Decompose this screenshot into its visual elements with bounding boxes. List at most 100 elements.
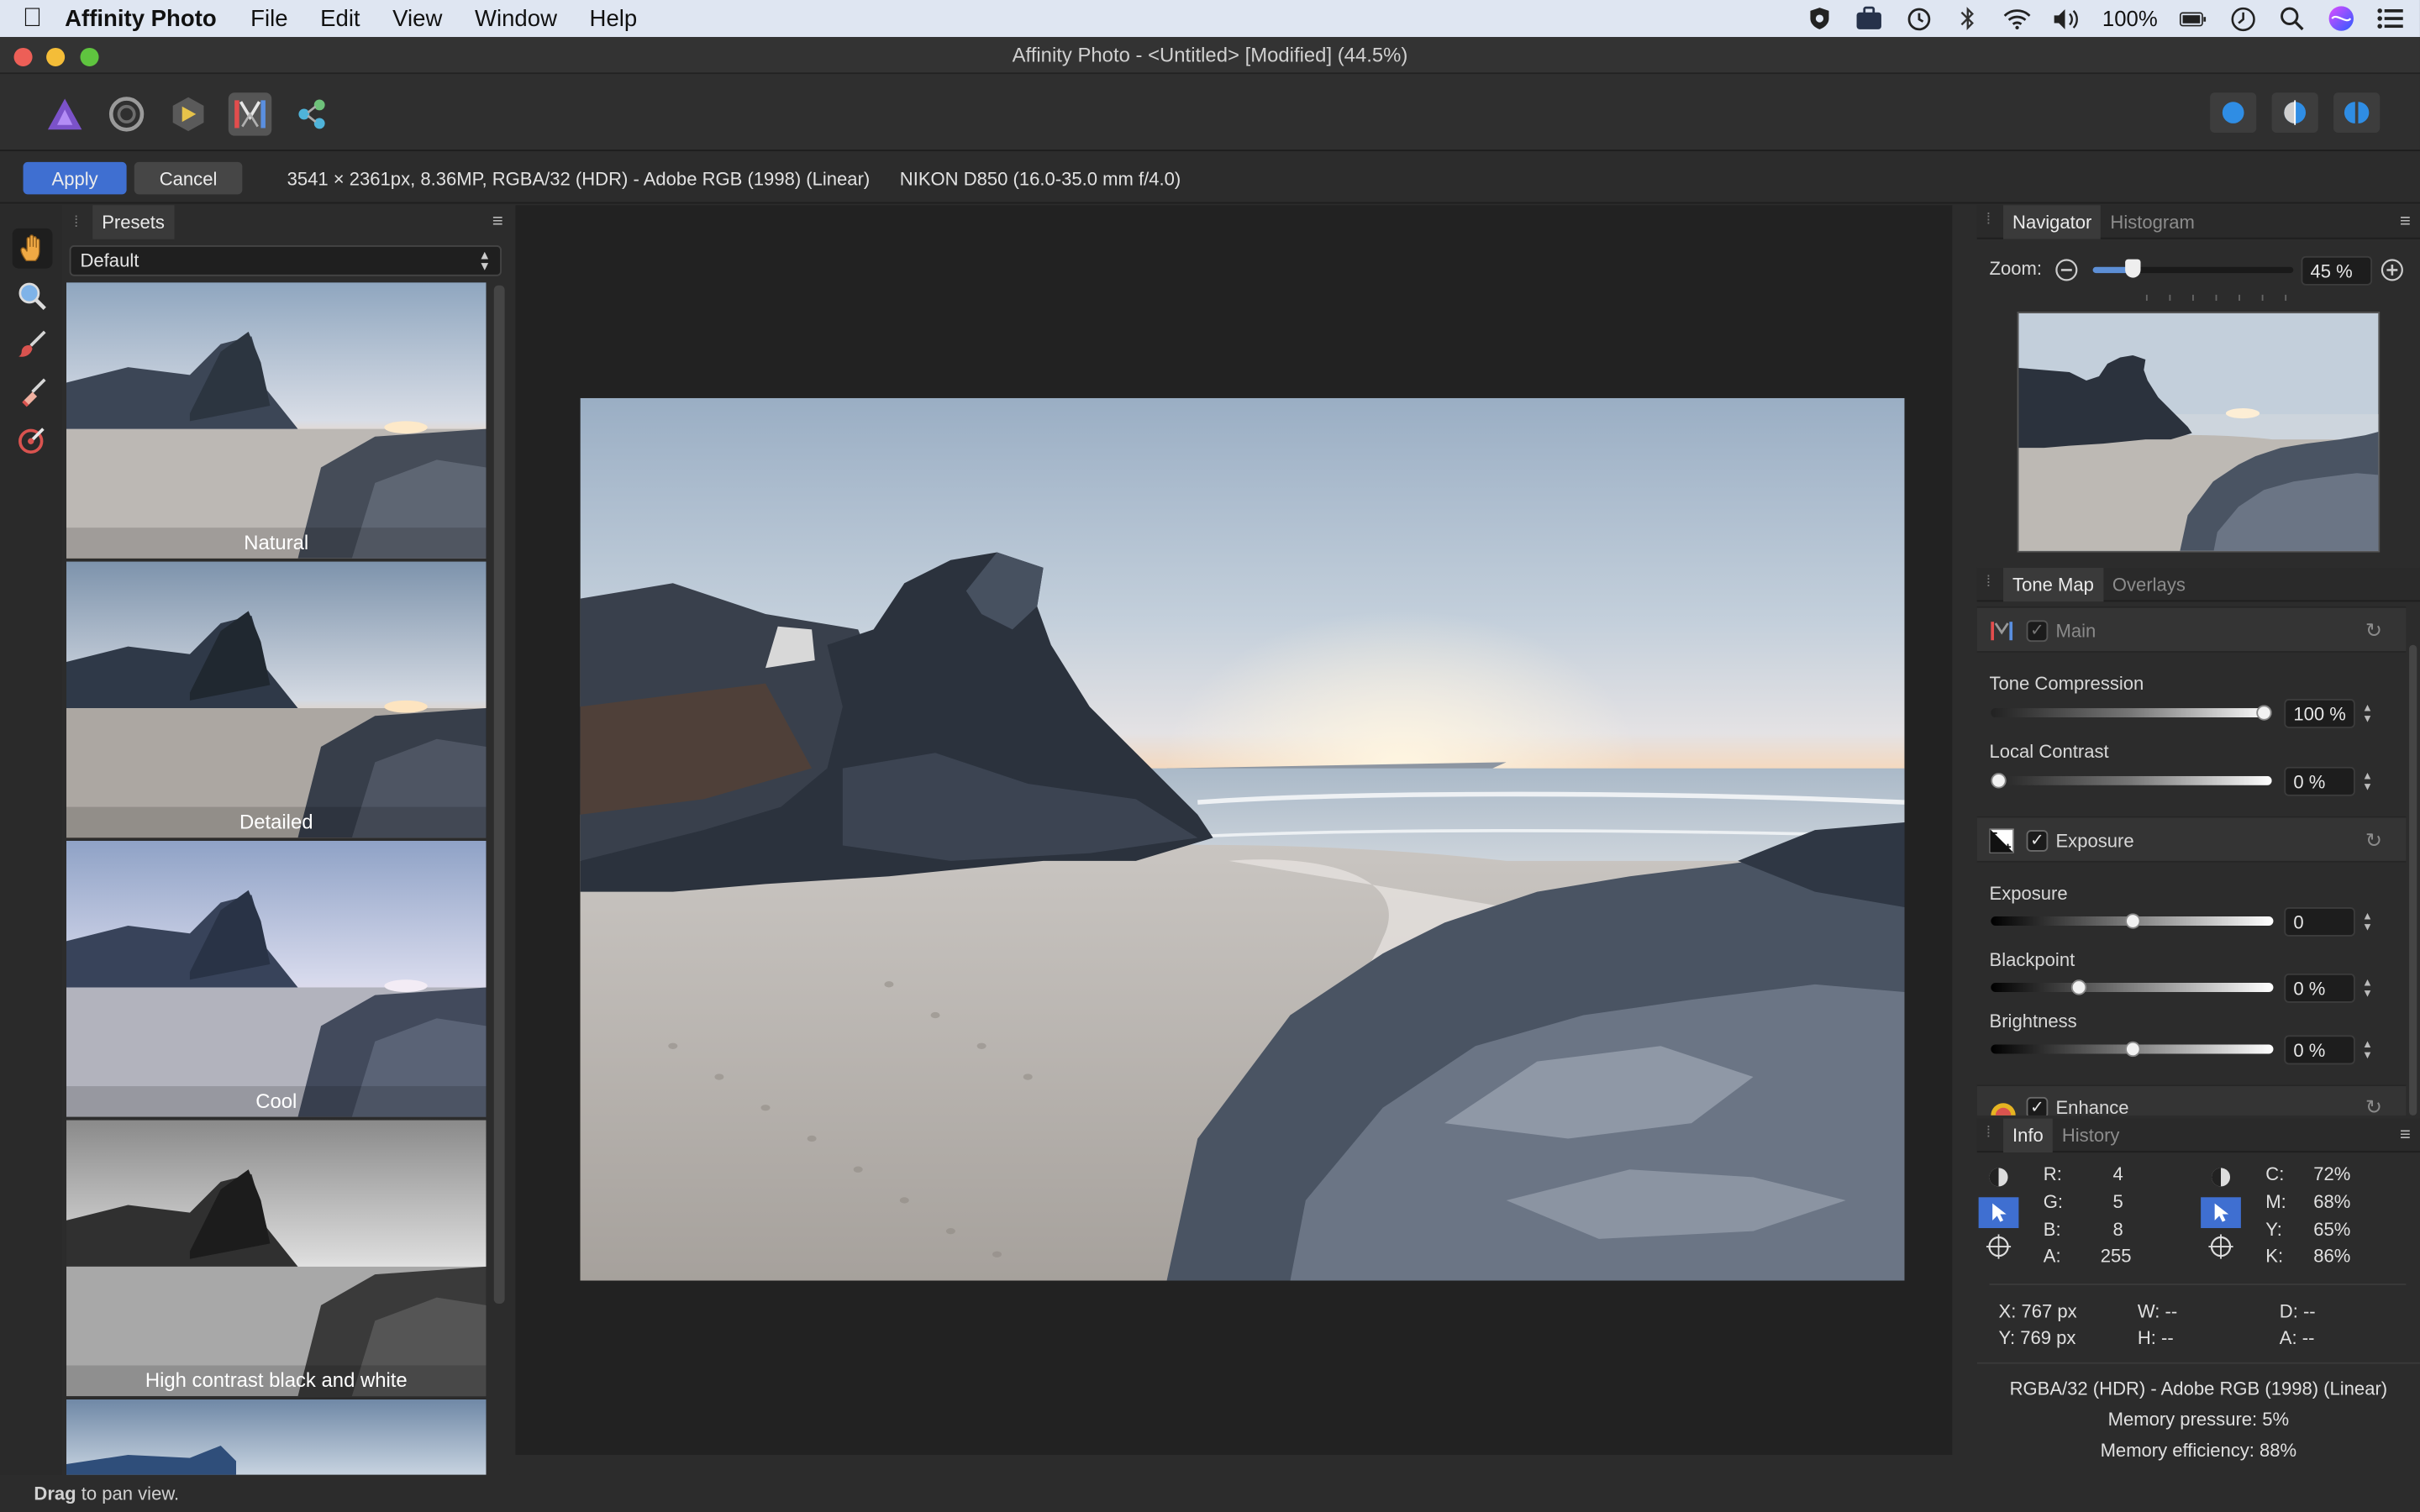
exposure-section-header[interactable]: ✓ Exposure ↻ — [1976, 816, 2407, 863]
panel-grip-icon[interactable]: ⁞ — [1986, 212, 1991, 228]
info-c-value: 72% — [2313, 1163, 2351, 1185]
blackpoint-field[interactable]: 0 % — [2284, 973, 2355, 1003]
color-mode-icon[interactable] — [1979, 1162, 2019, 1193]
apply-button[interactable]: Apply — [23, 161, 127, 195]
panel-grip-icon[interactable]: ⁞ — [74, 213, 92, 230]
tone-compression-slider[interactable] — [1991, 708, 2272, 718]
info-angle: A: -- — [2279, 1326, 2315, 1349]
menu-window[interactable]: Window — [475, 5, 557, 31]
menu-file[interactable]: File — [250, 5, 287, 31]
battery-icon[interactable] — [2179, 5, 2207, 33]
spotlight-search-icon[interactable] — [2278, 5, 2306, 33]
tab-info[interactable]: Info — [2003, 1118, 2053, 1153]
tone-mapping-persona-icon[interactable] — [228, 92, 272, 136]
blackpoint-slider-handle[interactable] — [2070, 979, 2087, 995]
panel-menu-icon[interactable]: ≡ — [2400, 210, 2411, 232]
pointer-source-icon[interactable] — [2201, 1197, 2241, 1229]
document-photo[interactable] — [580, 397, 1905, 1281]
local-contrast-slider[interactable] — [1991, 775, 2272, 785]
tab-presets[interactable]: Presets — [92, 205, 174, 239]
preset-thumbnail[interactable]: Cool — [66, 841, 487, 1117]
zoom-out-icon[interactable] — [2054, 258, 2079, 291]
enhance-section-header[interactable]: ✓ Enhance ↻ — [1976, 1084, 2407, 1116]
tab-overlays[interactable]: Overlays — [2103, 568, 2195, 601]
panel-grip-icon[interactable]: ⁞ — [1986, 574, 1991, 591]
crosshair-target-icon[interactable] — [2201, 1231, 2241, 1263]
color-picker-tool-icon[interactable] — [13, 420, 53, 460]
bluetooth-icon[interactable] — [1954, 5, 1982, 33]
volume-icon[interactable] — [2053, 5, 2081, 33]
color-mode-icon[interactable] — [2201, 1162, 2241, 1193]
main-section-header[interactable]: ✓ Main ↻ — [1976, 606, 2407, 653]
view-tool-hand-icon[interactable] — [12, 228, 53, 269]
exposure-slider-handle[interactable] — [2124, 913, 2140, 929]
menu-edit[interactable]: Edit — [320, 5, 360, 31]
time-machine-icon[interactable] — [1905, 5, 1933, 33]
document-info: 3541 × 2361px, 8.36MP, RGBA/32 (HDR) - A… — [287, 168, 871, 190]
panel-menu-icon[interactable]: ≡ — [492, 210, 503, 232]
brightness-stepper[interactable]: ▲ ▼ — [2361, 1035, 2374, 1064]
local-contrast-slider-handle[interactable] — [1991, 773, 2007, 789]
preset-thumbnail-partial[interactable] — [66, 1399, 487, 1475]
info-x-position: X: 767 px — [1998, 1300, 2077, 1323]
photo-persona-icon[interactable] — [43, 92, 86, 135]
preset-thumbnail[interactable]: High contrast black and white — [66, 1120, 487, 1397]
panel-menu-icon[interactable]: ≡ — [2400, 1123, 2411, 1145]
shield-icon[interactable] — [1806, 5, 1833, 33]
clock-icon[interactable] — [2228, 5, 2256, 33]
exposure-enable-checkbox[interactable]: ✓ — [2026, 830, 2049, 852]
tone-compression-field[interactable]: 100 % — [2284, 699, 2355, 728]
app-menu[interactable]: Affinity Photo — [65, 5, 217, 31]
zoom-value-field[interactable]: 45 % — [2301, 255, 2373, 286]
brush-tool-icon[interactable] — [13, 324, 53, 365]
exposure-stepper[interactable]: ▲ ▼ — [2361, 907, 2374, 937]
view-mode-single-icon[interactable] — [2210, 92, 2257, 133]
tab-tone-map[interactable]: Tone Map — [2003, 567, 2103, 602]
view-mode-split-icon[interactable] — [2271, 92, 2318, 133]
menu-view[interactable]: View — [392, 5, 442, 31]
brightness-field[interactable]: 0 % — [2284, 1035, 2355, 1065]
panel-grip-icon[interactable]: ⁞ — [1986, 1125, 1991, 1142]
preset-category-select[interactable]: Default ▲ ▼ — [69, 245, 502, 276]
tab-history[interactable]: History — [2053, 1119, 2129, 1152]
zoom-slider-handle[interactable] — [2125, 259, 2141, 278]
tone-compression-slider-handle[interactable] — [2256, 705, 2272, 721]
develop-persona-icon[interactable] — [166, 92, 209, 135]
navigator-preview[interactable] — [2017, 312, 2381, 553]
brightness-slider-handle[interactable] — [2124, 1041, 2140, 1058]
enhance-reset-icon[interactable]: ↻ — [2363, 1096, 2385, 1116]
cancel-button[interactable]: Cancel — [134, 161, 243, 195]
liquify-persona-icon[interactable] — [105, 92, 148, 135]
presets-scrollbar[interactable] — [493, 285, 505, 1305]
local-contrast-field[interactable]: 0 % — [2284, 766, 2355, 796]
siri-icon[interactable] — [2328, 5, 2355, 33]
tab-navigator[interactable]: Navigator — [2003, 205, 2102, 239]
local-contrast-stepper[interactable]: ▲ ▼ — [2361, 767, 2374, 796]
apple-icon[interactable]:  — [0, 3, 65, 34]
view-mode-mirror-icon[interactable] — [2333, 92, 2381, 133]
menu-help[interactable]: Help — [590, 5, 638, 31]
exposure-reset-icon[interactable]: ↻ — [2363, 829, 2385, 852]
blackpoint-stepper[interactable]: ▲ ▼ — [2361, 974, 2374, 1003]
preset-label: Detailed — [66, 806, 487, 838]
pointer-source-icon[interactable] — [1978, 1197, 2019, 1229]
wifi-icon[interactable] — [2003, 5, 2031, 33]
enhance-enable-checkbox[interactable]: ✓ — [2026, 1096, 2049, 1116]
zoom-slider-track[interactable] — [2092, 266, 2294, 274]
main-reset-icon[interactable]: ↻ — [2363, 619, 2385, 642]
zoom-in-icon[interactable] — [2380, 258, 2404, 291]
export-persona-icon[interactable] — [290, 92, 333, 135]
blackpoint-slider[interactable] — [1991, 982, 2274, 992]
tab-histogram[interactable]: Histogram — [2101, 205, 2203, 239]
tone-compression-stepper[interactable]: ▲ ▼ — [2361, 699, 2374, 728]
preset-thumbnail[interactable]: Detailed — [66, 561, 487, 838]
erase-brush-tool-icon[interactable] — [13, 372, 53, 412]
tonemap-scrollbar[interactable] — [2409, 644, 2417, 1116]
briefcase-icon[interactable] — [1855, 5, 1883, 33]
exposure-field[interactable]: 0 — [2284, 906, 2355, 937]
crosshair-target-icon[interactable] — [1979, 1231, 2019, 1263]
notification-center-icon[interactable] — [2377, 5, 2405, 33]
preset-thumbnail[interactable]: Natural — [66, 282, 487, 559]
zoom-tool-icon[interactable] — [13, 276, 53, 317]
main-enable-checkbox[interactable]: ✓ — [2026, 620, 2049, 643]
